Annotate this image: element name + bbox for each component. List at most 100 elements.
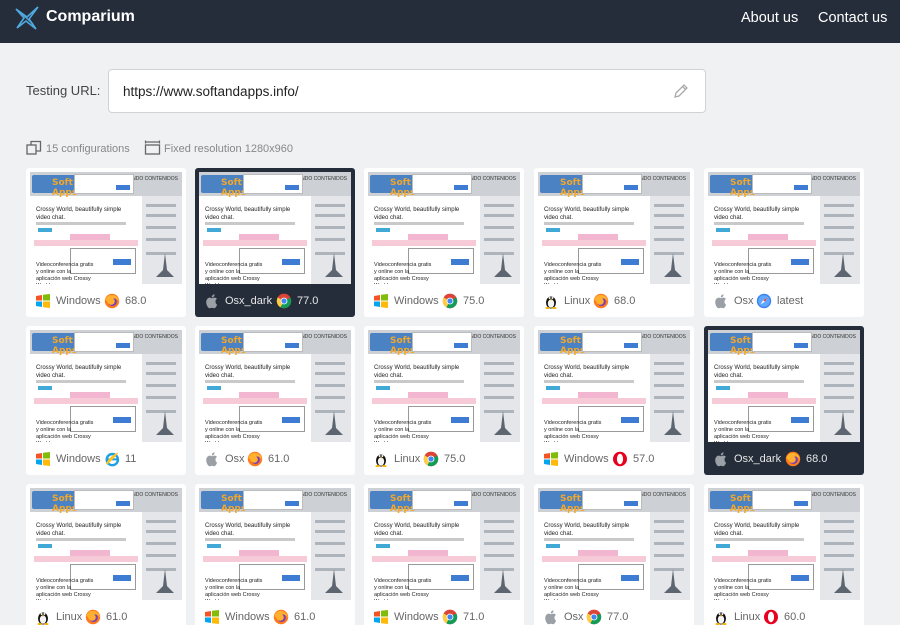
configuration-card-4[interactable]: Soft & Apps OFRECIENDO CONTENIDOS Crossy… (534, 168, 694, 317)
configuration-card-1[interactable]: Soft & Apps OFRECIENDO CONTENIDOS Crossy… (26, 168, 186, 317)
screenshot-thumbnail[interactable]: Soft & Apps OFRECIENDO CONTENIDOS Crossy… (368, 488, 520, 600)
screenshot-thumbnail[interactable]: Soft & Apps OFRECIENDO CONTENIDOS Crossy… (708, 330, 860, 442)
linux-icon (35, 609, 51, 625)
thumbnail-headline: Crossy World, beautifully simple video c… (205, 365, 291, 379)
os-name: Linux (734, 611, 761, 623)
thumbnail-image-icon (664, 411, 682, 435)
configuration-card-7[interactable]: Soft & Apps OFRECIENDO CONTENIDOS Crossy… (195, 326, 355, 475)
windows-icon (35, 293, 51, 309)
thumbnail-image-icon (494, 569, 512, 593)
configuration-card-8[interactable]: Soft & Apps OFRECIENDO CONTENIDOS Crossy… (364, 326, 524, 475)
nav-about-us[interactable]: About us (741, 10, 798, 26)
firefox-icon (593, 293, 609, 309)
testing-url-value[interactable]: https://www.softandapps.info/ (123, 84, 299, 99)
thumbnail-headline: Crossy World, beautifully simple video c… (374, 365, 460, 379)
edit-pencil-icon[interactable] (673, 83, 689, 99)
comparium-logo-icon[interactable] (12, 3, 42, 33)
linux-icon (543, 293, 559, 309)
thumbnail-caption: Videoconferencia gratis y online con la … (374, 262, 432, 284)
thumbnail-headline: Crossy World, beautifully simple video c… (544, 365, 630, 379)
chrome-icon (442, 293, 458, 309)
thumbnail-image-icon (325, 253, 343, 277)
apple-icon (713, 293, 729, 309)
thumbnail-image-icon (834, 411, 852, 435)
browser-version: 71.0 (463, 611, 485, 623)
thumbnail-image-icon (156, 411, 174, 435)
browser-version: 61.0 (106, 611, 128, 623)
configuration-card-9[interactable]: Soft & Apps OFRECIENDO CONTENIDOS Crossy… (534, 326, 694, 475)
configuration-card-14[interactable]: Soft & Apps OFRECIENDO CONTENIDOS Crossy… (534, 484, 694, 625)
configuration-footer: Linux 60.0 (704, 604, 864, 625)
screenshot-thumbnail[interactable]: Soft & Apps OFRECIENDO CONTENIDOS Crossy… (368, 330, 520, 442)
apple-icon (543, 609, 559, 625)
screenshot-thumbnail[interactable]: Soft & Apps OFRECIENDO CONTENIDOS Crossy… (538, 172, 690, 284)
screenshot-thumbnail[interactable]: Soft & Apps OFRECIENDO CONTENIDOS Crossy… (708, 488, 860, 600)
firefox-icon (785, 451, 801, 467)
configuration-card-5[interactable]: Soft & Apps OFRECIENDO CONTENIDOS Crossy… (704, 168, 864, 317)
configuration-footer: Linux 68.0 (534, 288, 694, 317)
apple-icon (713, 451, 729, 467)
screenshot-thumbnail[interactable]: Soft & Apps OFRECIENDO CONTENIDOS Crossy… (538, 330, 690, 442)
browser-version: 68.0 (125, 295, 147, 307)
windows-icon (373, 293, 389, 309)
configurations-grid: Soft & Apps OFRECIENDO CONTENIDOS Crossy… (26, 168, 886, 625)
opera-icon (612, 451, 628, 467)
thumbnail-headline: Crossy World, beautifully simple video c… (374, 207, 460, 221)
configuration-card-12[interactable]: Soft & Apps OFRECIENDO CONTENIDOS Crossy… (195, 484, 355, 625)
screenshot-thumbnail[interactable]: Soft & Apps OFRECIENDO CONTENIDOS Crossy… (538, 488, 690, 600)
thumbnail-image-icon (156, 253, 174, 277)
screenshot-thumbnail[interactable]: Soft & Apps OFRECIENDO CONTENIDOS Crossy… (368, 172, 520, 284)
thumbnail-caption: Videoconferencia gratis y online con la … (714, 420, 772, 442)
thumbnail-caption: Videoconferencia gratis y online con la … (36, 262, 94, 284)
thumbnail-headline: Crossy World, beautifully simple video c… (544, 207, 630, 221)
testing-url-input[interactable]: https://www.softandapps.info/ (108, 69, 706, 113)
configuration-card-15[interactable]: Soft & Apps OFRECIENDO CONTENIDOS Crossy… (704, 484, 864, 625)
screenshot-thumbnail[interactable]: Soft & Apps OFRECIENDO CONTENIDOS Crossy… (30, 330, 182, 442)
firefox-icon (104, 293, 120, 309)
thumbnail-headline: Crossy World, beautifully simple video c… (374, 523, 460, 537)
ie-icon (104, 451, 120, 467)
screenshot-thumbnail[interactable]: Soft & Apps OFRECIENDO CONTENIDOS Crossy… (708, 172, 860, 284)
screenshot-thumbnail[interactable]: Soft & Apps OFRECIENDO CONTENIDOS Crossy… (30, 172, 182, 284)
configuration-footer: Linux 75.0 (364, 446, 524, 475)
thumbnail-caption: Videoconferencia gratis y online con la … (374, 420, 432, 442)
thumbnail-caption: Videoconferencia gratis y online con la … (36, 578, 94, 600)
configurations-count: 15 configurations (26, 140, 141, 159)
os-name: Windows (225, 611, 270, 623)
browser-version: 61.0 (268, 453, 290, 465)
thumbnail-caption: Videoconferencia gratis y online con la … (544, 578, 602, 600)
brand-name[interactable]: Comparium (46, 8, 135, 26)
firefox-icon (247, 451, 263, 467)
screenshot-thumbnail[interactable]: Soft & Apps OFRECIENDO CONTENIDOS Crossy… (199, 330, 351, 442)
os-name: Windows (56, 295, 101, 307)
configuration-card-13[interactable]: Soft & Apps OFRECIENDO CONTENIDOS Crossy… (364, 484, 524, 625)
configuration-card-6[interactable]: Soft & Apps OFRECIENDO CONTENIDOS Crossy… (26, 326, 186, 475)
thumbnail-headline: Crossy World, beautifully simple video c… (36, 207, 122, 221)
configurations-text: 15 configurations (46, 143, 130, 155)
os-name: Osx (734, 295, 754, 307)
configuration-card-10[interactable]: Soft & Apps OFRECIENDO CONTENIDOS Crossy… (704, 326, 864, 475)
windows-icon (373, 609, 389, 625)
opera-icon (763, 609, 779, 625)
screenshot-thumbnail[interactable]: Soft & Apps OFRECIENDO CONTENIDOS Crossy… (30, 488, 182, 600)
browser-version: 68.0 (806, 453, 828, 465)
configuration-card-2[interactable]: Soft & Apps OFRECIENDO CONTENIDOS Crossy… (195, 168, 355, 317)
configuration-footer: Osx 61.0 (195, 446, 355, 475)
windows-icon (543, 451, 559, 467)
configuration-card-11[interactable]: Soft & Apps OFRECIENDO CONTENIDOS Crossy… (26, 484, 186, 625)
thumbnail-caption: Videoconferencia gratis y online con la … (205, 420, 263, 442)
thumbnail-headline: Crossy World, beautifully simple video c… (205, 523, 291, 537)
thumbnail-caption: Videoconferencia gratis y online con la … (544, 420, 602, 442)
nav-contact-us[interactable]: Contact us (818, 10, 887, 26)
os-name: Linux (564, 295, 591, 307)
screenshot-thumbnail[interactable]: Soft & Apps OFRECIENDO CONTENIDOS Crossy… (199, 172, 351, 284)
os-name: Osx (225, 453, 245, 465)
firefox-icon (273, 609, 289, 625)
thumbnail-caption: Videoconferencia gratis y online con la … (714, 578, 772, 600)
configuration-card-3[interactable]: Soft & Apps OFRECIENDO CONTENIDOS Crossy… (364, 168, 524, 317)
browser-version: 68.0 (614, 295, 636, 307)
os-name: Windows (394, 295, 439, 307)
thumbnail-headline: Crossy World, beautifully simple video c… (544, 523, 630, 537)
screenshot-thumbnail[interactable]: Soft & Apps OFRECIENDO CONTENIDOS Crossy… (199, 488, 351, 600)
windows-icon (35, 451, 51, 467)
